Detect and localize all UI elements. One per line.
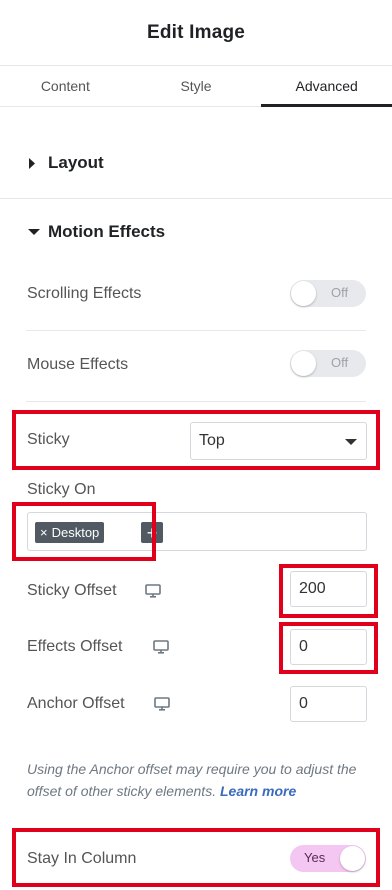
caret-down-icon [28,228,42,236]
sticky-label: Sticky [27,431,70,448]
desktop-icon[interactable] [145,584,161,598]
section-motion-effects-label: Motion Effects [48,222,166,241]
effects-offset-label: Effects Offset [27,638,123,655]
panel-title: Edit Image [146,21,246,43]
tab-bar: Content Style Advanced [0,66,392,107]
divider [0,198,392,199]
caret-right-icon [28,157,42,169]
section-layout[interactable]: Layout [0,133,392,193]
mouse-effects-toggle[interactable]: Off [290,350,366,377]
toggle-state: Off [331,355,349,370]
sticky-on-label: Sticky On [27,481,96,498]
anchor-offset-input[interactable]: 0 [290,686,367,722]
toggle-state: Yes [304,850,326,865]
panel-header: Edit Image [0,0,392,66]
sticky-offset-input[interactable]: 200 [290,571,367,607]
desktop-icon[interactable] [154,697,170,711]
section-motion-effects[interactable]: Motion Effects [0,202,392,262]
scrolling-effects-toggle[interactable]: Off [290,280,366,307]
anchor-offset-note: Using the Anchor offset may require you … [27,758,365,802]
toggle-knob [291,281,316,306]
chevron-down-icon [345,439,357,445]
tab-style[interactable]: Style [131,66,262,106]
learn-more-link[interactable]: Learn more [220,783,296,799]
tag-remove-icon[interactable]: × [40,522,48,543]
scrolling-effects-label: Scrolling Effects [27,285,142,302]
divider [26,330,366,331]
tag-label: Desktop [51,525,100,540]
toggle-knob [340,846,365,871]
effects-offset-input[interactable]: 0 [290,629,367,665]
tab-content[interactable]: Content [0,66,131,106]
sticky-select[interactable]: Top [190,422,367,460]
sticky-on-select[interactable]: × Desktop + [27,512,367,551]
add-device-button[interactable]: + [141,522,163,543]
stay-in-column-toggle[interactable]: Yes [290,845,366,872]
desktop-icon[interactable] [153,640,169,654]
tag-desktop: × Desktop [35,522,105,543]
mouse-effects-label: Mouse Effects [27,356,129,373]
anchor-offset-label: Anchor Offset [27,695,125,712]
sticky-offset-label: Sticky Offset [27,582,117,599]
divider [26,401,366,402]
stay-in-column-label: Stay In Column [27,850,137,867]
sticky-select-value: Top [199,432,225,449]
toggle-state: Off [331,285,349,300]
note-text: Using the Anchor offset may require you … [27,761,357,799]
section-layout-label: Layout [48,153,104,172]
toggle-knob [291,351,316,376]
tab-advanced[interactable]: Advanced [261,66,392,107]
